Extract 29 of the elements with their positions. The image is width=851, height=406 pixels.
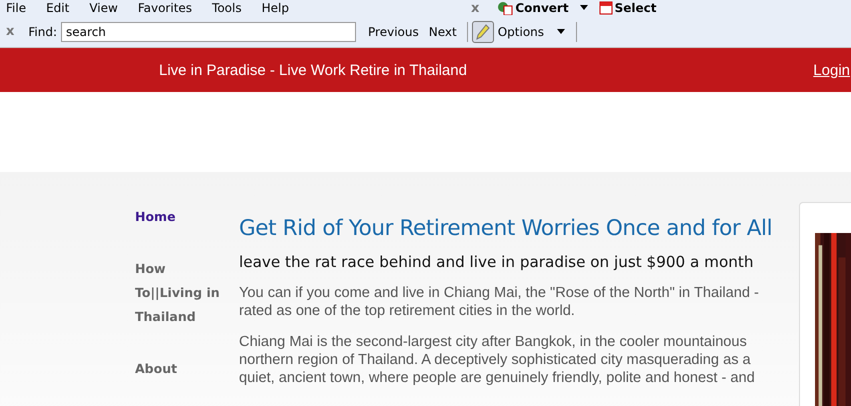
- paragraph: You can if you come and live in Chiang Mai, the "Rose of the North" in Thailand - rated as one of the top retirement cities in the world.: [239, 284, 760, 320]
- menu-item[interactable]: Tools: [212, 1, 242, 15]
- caret-icon[interactable]: [578, 5, 589, 11]
- find-label: Find:: [28, 24, 58, 38]
- options-button[interactable]: Options: [494, 24, 548, 38]
- previous-button[interactable]: Previous: [364, 24, 423, 38]
- close-button[interactable]: x: [6, 24, 14, 39]
- highlighter-button[interactable]: [472, 20, 494, 42]
- menu-item[interactable]: Help: [262, 1, 289, 15]
- select-button[interactable]: Select: [594, 1, 660, 15]
- article-subtitle: leave the rat race behind and live in paradise on just $900 a month: [239, 253, 754, 271]
- sidebar-link[interactable]: How To||Living in Thailand: [135, 257, 225, 329]
- search-field[interactable]: search: [61, 22, 356, 42]
- login-link[interactable]: Login: [813, 62, 850, 78]
- close-button[interactable]: x: [470, 0, 480, 16]
- menu-item[interactable]: View: [89, 1, 118, 15]
- sidebar-link[interactable]: About: [135, 357, 225, 381]
- paragraph: Chiang Mai is the second-largest city after Bangkok, in the cooler mountainous northern region of Thailand. A deceptively sophisticated city masquerading as a quiet, ancient town, where people are genuinely friendly, polite and honest - and: [239, 333, 756, 387]
- article-title: Get Rid of Your Retirement Worries Once and for All: [239, 216, 774, 241]
- document-icon: [497, 1, 514, 15]
- menu-item[interactable]: Favorites: [138, 1, 192, 15]
- menu-item[interactable]: File: [6, 1, 26, 15]
- next-button[interactable]: Next: [424, 24, 461, 38]
- sidebar-link[interactable]: Home: [135, 205, 225, 229]
- document-icon: [598, 1, 613, 15]
- caret-icon[interactable]: [556, 28, 566, 34]
- convert-button[interactable]: Convert: [493, 1, 573, 15]
- site-title[interactable]: Live in Paradise - Live Work Retire in Thailand: [159, 62, 467, 78]
- menu-item[interactable]: Edit: [46, 1, 70, 15]
